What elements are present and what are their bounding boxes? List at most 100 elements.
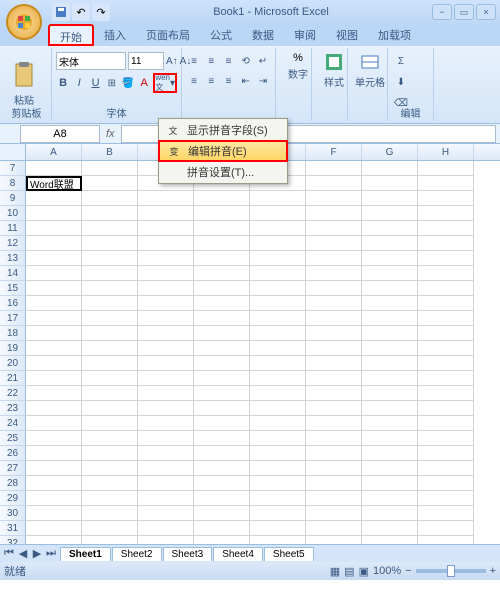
cell[interactable] bbox=[26, 161, 82, 176]
cell[interactable] bbox=[26, 476, 82, 491]
cell[interactable] bbox=[362, 266, 418, 281]
row-header[interactable]: 30 bbox=[0, 506, 26, 521]
sheet-tab[interactable]: Sheet5 bbox=[264, 547, 314, 561]
cell[interactable] bbox=[138, 221, 194, 236]
cell[interactable] bbox=[26, 431, 82, 446]
cell[interactable] bbox=[138, 296, 194, 311]
cell[interactable] bbox=[138, 341, 194, 356]
cell[interactable] bbox=[418, 221, 474, 236]
row-header[interactable]: 10 bbox=[0, 206, 26, 221]
cell[interactable] bbox=[138, 371, 194, 386]
redo-icon[interactable]: ↷ bbox=[92, 3, 110, 21]
tab-review[interactable]: 审阅 bbox=[284, 24, 326, 46]
view-pagebreak-icon[interactable]: ▣ bbox=[359, 565, 369, 578]
cell[interactable] bbox=[418, 401, 474, 416]
cell[interactable] bbox=[26, 461, 82, 476]
cell[interactable] bbox=[362, 461, 418, 476]
row-header[interactable]: 25 bbox=[0, 431, 26, 446]
cell[interactable] bbox=[82, 341, 138, 356]
cell[interactable] bbox=[306, 416, 362, 431]
col-header[interactable]: A bbox=[26, 144, 82, 160]
cell[interactable] bbox=[250, 191, 306, 206]
cell[interactable] bbox=[306, 476, 362, 491]
maximize-button[interactable]: ▭ bbox=[454, 4, 474, 20]
cell[interactable] bbox=[194, 506, 250, 521]
cell[interactable] bbox=[250, 356, 306, 371]
cell[interactable] bbox=[418, 296, 474, 311]
cell[interactable] bbox=[82, 176, 138, 191]
row-header[interactable]: 8 bbox=[0, 176, 26, 191]
cell[interactable] bbox=[306, 461, 362, 476]
cell[interactable] bbox=[138, 416, 194, 431]
row-header[interactable]: 15 bbox=[0, 281, 26, 296]
cell[interactable] bbox=[194, 266, 250, 281]
first-sheet-icon[interactable]: ⏮ bbox=[2, 547, 16, 561]
cell[interactable] bbox=[362, 521, 418, 536]
cell[interactable] bbox=[362, 356, 418, 371]
cell[interactable] bbox=[26, 311, 82, 326]
row-header[interactable]: 26 bbox=[0, 446, 26, 461]
align-right-icon[interactable]: ≡ bbox=[220, 72, 236, 90]
cell[interactable] bbox=[362, 206, 418, 221]
cell[interactable] bbox=[362, 476, 418, 491]
cell[interactable] bbox=[138, 266, 194, 281]
cell[interactable] bbox=[194, 491, 250, 506]
cell[interactable] bbox=[250, 491, 306, 506]
cell[interactable] bbox=[138, 311, 194, 326]
cell[interactable] bbox=[138, 281, 194, 296]
cell[interactable] bbox=[362, 161, 418, 176]
cell[interactable] bbox=[362, 236, 418, 251]
cell[interactable] bbox=[306, 386, 362, 401]
cell[interactable] bbox=[82, 266, 138, 281]
cell[interactable] bbox=[194, 191, 250, 206]
cell[interactable] bbox=[26, 521, 82, 536]
cell[interactable] bbox=[82, 401, 138, 416]
cell[interactable] bbox=[362, 401, 418, 416]
cell[interactable] bbox=[362, 536, 418, 544]
cell[interactable] bbox=[194, 251, 250, 266]
tab-addins[interactable]: 加载项 bbox=[368, 24, 421, 46]
indent-inc-icon[interactable]: ⇥ bbox=[255, 72, 271, 90]
cell[interactable] bbox=[418, 161, 474, 176]
row-header[interactable]: 32 bbox=[0, 536, 26, 544]
cell[interactable] bbox=[26, 356, 82, 371]
cell[interactable] bbox=[82, 296, 138, 311]
cell[interactable] bbox=[26, 536, 82, 544]
cell[interactable] bbox=[250, 206, 306, 221]
cell[interactable] bbox=[418, 266, 474, 281]
close-button[interactable]: × bbox=[476, 4, 496, 20]
cell[interactable] bbox=[194, 371, 250, 386]
cell[interactable] bbox=[418, 371, 474, 386]
cell[interactable] bbox=[250, 281, 306, 296]
cell[interactable] bbox=[194, 356, 250, 371]
cell[interactable] bbox=[26, 506, 82, 521]
tab-formulas[interactable]: 公式 bbox=[200, 24, 242, 46]
tab-pagelayout[interactable]: 页面布局 bbox=[136, 24, 200, 46]
cell[interactable] bbox=[250, 401, 306, 416]
row-header[interactable]: 12 bbox=[0, 236, 26, 251]
cell[interactable] bbox=[250, 341, 306, 356]
sheet-tab[interactable]: Sheet1 bbox=[60, 547, 111, 561]
cell[interactable] bbox=[418, 191, 474, 206]
cell[interactable] bbox=[194, 401, 250, 416]
cell[interactable] bbox=[138, 251, 194, 266]
cell[interactable] bbox=[138, 476, 194, 491]
cell[interactable] bbox=[418, 386, 474, 401]
cell[interactable] bbox=[362, 431, 418, 446]
row-header[interactable]: 18 bbox=[0, 326, 26, 341]
cell[interactable] bbox=[194, 416, 250, 431]
wrap-text-icon[interactable]: ↵ bbox=[255, 52, 271, 70]
bold-button[interactable]: B bbox=[56, 74, 70, 92]
row-header[interactable]: 9 bbox=[0, 191, 26, 206]
cell[interactable] bbox=[362, 221, 418, 236]
styles-button[interactable]: 样式 bbox=[316, 50, 352, 91]
row-header[interactable]: 16 bbox=[0, 296, 26, 311]
cell[interactable] bbox=[138, 206, 194, 221]
cell[interactable] bbox=[82, 431, 138, 446]
undo-icon[interactable]: ↶ bbox=[72, 3, 90, 21]
cell[interactable] bbox=[250, 326, 306, 341]
cell[interactable] bbox=[362, 191, 418, 206]
cell[interactable] bbox=[26, 326, 82, 341]
cell[interactable] bbox=[82, 281, 138, 296]
cell[interactable] bbox=[306, 236, 362, 251]
